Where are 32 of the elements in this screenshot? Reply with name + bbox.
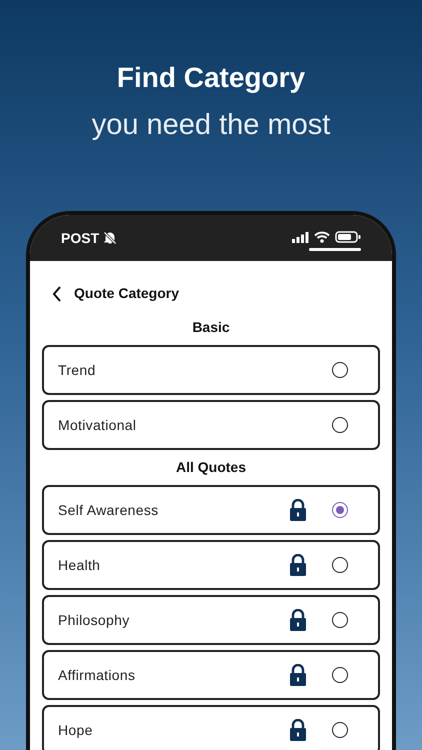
category-label: Self Awareness (58, 500, 158, 520)
category-option[interactable]: Affirmations (42, 650, 380, 700)
radio-button[interactable] (332, 557, 348, 573)
carrier-label: POST (61, 228, 100, 248)
section-heading: All Quotes (176, 458, 246, 477)
category-option[interactable]: Self Awareness (42, 485, 380, 535)
battery-icon (335, 231, 361, 243)
radio-button[interactable] (332, 722, 348, 738)
category-option[interactable]: Hope (42, 705, 380, 750)
headline: Find Category (116, 61, 306, 95)
wifi-icon (314, 231, 330, 243)
radio-button[interactable] (332, 612, 348, 628)
category-label: Philosophy (58, 610, 130, 630)
category-option[interactable]: Motivational (42, 400, 380, 450)
radio-button[interactable] (332, 667, 348, 683)
category-option[interactable]: Trend (42, 345, 380, 395)
category-label: Motivational (58, 416, 136, 434)
radio-button[interactable] (332, 362, 348, 378)
section-heading: Basic (192, 318, 230, 337)
back-icon[interactable] (52, 286, 62, 302)
signal-icon (292, 232, 309, 242)
screen-title: Quote Category (74, 284, 180, 303)
category-option[interactable]: Health (42, 540, 380, 590)
radio-button[interactable] (332, 502, 348, 518)
category-label: Hope (58, 720, 93, 740)
category-label: Trend (58, 360, 96, 380)
category-label: Health (58, 556, 100, 574)
category-option[interactable]: Philosophy (42, 595, 380, 645)
subheadline: you need the most (92, 108, 330, 143)
home-indicator (309, 248, 361, 251)
radio-button[interactable] (332, 417, 348, 433)
category-label: Affirmations (58, 666, 136, 684)
